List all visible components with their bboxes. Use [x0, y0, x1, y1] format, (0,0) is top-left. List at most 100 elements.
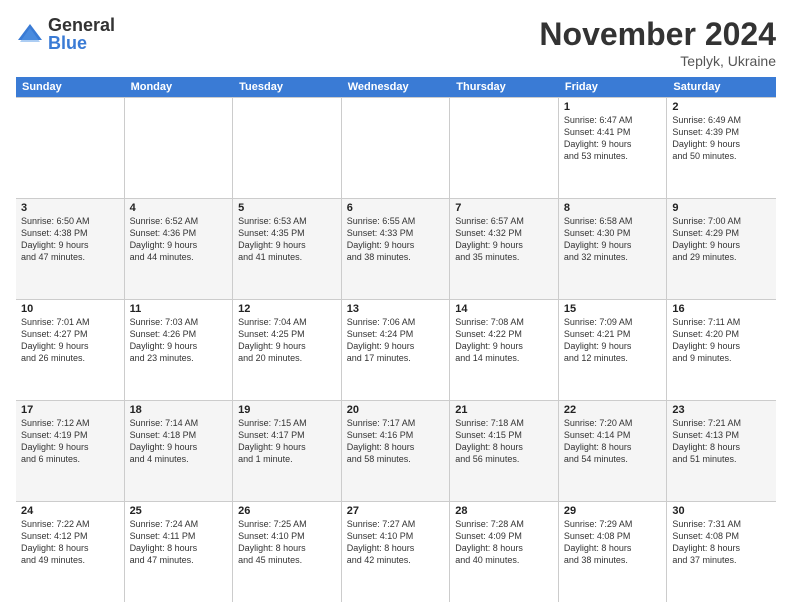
day-number: 16 — [672, 303, 771, 315]
day-number: 6 — [347, 202, 445, 214]
day-number: 17 — [21, 404, 119, 416]
day-cell-8: 8Sunrise: 6:58 AM Sunset: 4:30 PM Daylig… — [559, 199, 668, 299]
day-number: 23 — [672, 404, 771, 416]
calendar-body: 1Sunrise: 6:47 AM Sunset: 4:41 PM Daylig… — [16, 97, 776, 602]
week-row-3: 17Sunrise: 7:12 AM Sunset: 4:19 PM Dayli… — [16, 400, 776, 501]
day-cell-1: 1Sunrise: 6:47 AM Sunset: 4:41 PM Daylig… — [559, 98, 668, 198]
day-number: 1 — [564, 101, 662, 113]
day-number: 25 — [130, 505, 228, 517]
day-number: 30 — [672, 505, 771, 517]
calendar: Sunday Monday Tuesday Wednesday Thursday… — [16, 77, 776, 602]
day-number: 3 — [21, 202, 119, 214]
week-row-1: 3Sunrise: 6:50 AM Sunset: 4:38 PM Daylig… — [16, 198, 776, 299]
day-info: Sunrise: 6:52 AM Sunset: 4:36 PM Dayligh… — [130, 215, 228, 264]
day-number: 21 — [455, 404, 553, 416]
day-info: Sunrise: 7:21 AM Sunset: 4:13 PM Dayligh… — [672, 417, 771, 466]
day-cell-13: 13Sunrise: 7:06 AM Sunset: 4:24 PM Dayli… — [342, 300, 451, 400]
header-friday: Friday — [559, 77, 668, 97]
header-saturday: Saturday — [667, 77, 776, 97]
day-info: Sunrise: 6:55 AM Sunset: 4:33 PM Dayligh… — [347, 215, 445, 264]
month-title: November 2024 — [539, 16, 776, 53]
day-info: Sunrise: 7:18 AM Sunset: 4:15 PM Dayligh… — [455, 417, 553, 466]
day-cell-30: 30Sunrise: 7:31 AM Sunset: 4:08 PM Dayli… — [667, 502, 776, 602]
day-cell-17: 17Sunrise: 7:12 AM Sunset: 4:19 PM Dayli… — [16, 401, 125, 501]
week-row-0: 1Sunrise: 6:47 AM Sunset: 4:41 PM Daylig… — [16, 97, 776, 198]
day-info: Sunrise: 7:25 AM Sunset: 4:10 PM Dayligh… — [238, 518, 336, 567]
day-number: 7 — [455, 202, 553, 214]
logo: General Blue — [16, 16, 115, 52]
day-number: 26 — [238, 505, 336, 517]
day-cell-empty — [342, 98, 451, 198]
header-monday: Monday — [125, 77, 234, 97]
day-number: 11 — [130, 303, 228, 315]
day-info: Sunrise: 7:08 AM Sunset: 4:22 PM Dayligh… — [455, 316, 553, 365]
day-cell-27: 27Sunrise: 7:27 AM Sunset: 4:10 PM Dayli… — [342, 502, 451, 602]
day-info: Sunrise: 7:09 AM Sunset: 4:21 PM Dayligh… — [564, 316, 662, 365]
week-row-2: 10Sunrise: 7:01 AM Sunset: 4:27 PM Dayli… — [16, 299, 776, 400]
day-cell-9: 9Sunrise: 7:00 AM Sunset: 4:29 PM Daylig… — [667, 199, 776, 299]
day-cell-29: 29Sunrise: 7:29 AM Sunset: 4:08 PM Dayli… — [559, 502, 668, 602]
day-cell-4: 4Sunrise: 6:52 AM Sunset: 4:36 PM Daylig… — [125, 199, 234, 299]
day-cell-2: 2Sunrise: 6:49 AM Sunset: 4:39 PM Daylig… — [667, 98, 776, 198]
header-tuesday: Tuesday — [233, 77, 342, 97]
day-info: Sunrise: 7:14 AM Sunset: 4:18 PM Dayligh… — [130, 417, 228, 466]
day-number: 27 — [347, 505, 445, 517]
day-cell-empty — [233, 98, 342, 198]
day-info: Sunrise: 6:53 AM Sunset: 4:35 PM Dayligh… — [238, 215, 336, 264]
day-cell-23: 23Sunrise: 7:21 AM Sunset: 4:13 PM Dayli… — [667, 401, 776, 501]
day-info: Sunrise: 6:50 AM Sunset: 4:38 PM Dayligh… — [21, 215, 119, 264]
day-info: Sunrise: 7:11 AM Sunset: 4:20 PM Dayligh… — [672, 316, 771, 365]
day-cell-25: 25Sunrise: 7:24 AM Sunset: 4:11 PM Dayli… — [125, 502, 234, 602]
day-cell-22: 22Sunrise: 7:20 AM Sunset: 4:14 PM Dayli… — [559, 401, 668, 501]
day-number: 5 — [238, 202, 336, 214]
day-cell-19: 19Sunrise: 7:15 AM Sunset: 4:17 PM Dayli… — [233, 401, 342, 501]
day-number: 15 — [564, 303, 662, 315]
day-number: 22 — [564, 404, 662, 416]
day-number: 19 — [238, 404, 336, 416]
page: General Blue November 2024 Teplyk, Ukrai… — [0, 0, 792, 612]
day-cell-28: 28Sunrise: 7:28 AM Sunset: 4:09 PM Dayli… — [450, 502, 559, 602]
day-info: Sunrise: 7:06 AM Sunset: 4:24 PM Dayligh… — [347, 316, 445, 365]
day-number: 10 — [21, 303, 119, 315]
day-cell-15: 15Sunrise: 7:09 AM Sunset: 4:21 PM Dayli… — [559, 300, 668, 400]
day-info: Sunrise: 7:24 AM Sunset: 4:11 PM Dayligh… — [130, 518, 228, 567]
day-info: Sunrise: 6:58 AM Sunset: 4:30 PM Dayligh… — [564, 215, 662, 264]
day-info: Sunrise: 7:31 AM Sunset: 4:08 PM Dayligh… — [672, 518, 771, 567]
day-cell-18: 18Sunrise: 7:14 AM Sunset: 4:18 PM Dayli… — [125, 401, 234, 501]
logo-general-label: General — [48, 16, 115, 34]
day-cell-5: 5Sunrise: 6:53 AM Sunset: 4:35 PM Daylig… — [233, 199, 342, 299]
day-info: Sunrise: 7:12 AM Sunset: 4:19 PM Dayligh… — [21, 417, 119, 466]
day-number: 24 — [21, 505, 119, 517]
day-info: Sunrise: 7:20 AM Sunset: 4:14 PM Dayligh… — [564, 417, 662, 466]
day-info: Sunrise: 7:00 AM Sunset: 4:29 PM Dayligh… — [672, 215, 771, 264]
day-info: Sunrise: 7:04 AM Sunset: 4:25 PM Dayligh… — [238, 316, 336, 365]
week-row-4: 24Sunrise: 7:22 AM Sunset: 4:12 PM Dayli… — [16, 501, 776, 602]
day-cell-empty — [450, 98, 559, 198]
day-cell-14: 14Sunrise: 7:08 AM Sunset: 4:22 PM Dayli… — [450, 300, 559, 400]
day-number: 20 — [347, 404, 445, 416]
day-cell-16: 16Sunrise: 7:11 AM Sunset: 4:20 PM Dayli… — [667, 300, 776, 400]
day-number: 28 — [455, 505, 553, 517]
day-info: Sunrise: 7:01 AM Sunset: 4:27 PM Dayligh… — [21, 316, 119, 365]
logo-icon — [16, 20, 44, 48]
day-cell-empty — [125, 98, 234, 198]
day-info: Sunrise: 7:17 AM Sunset: 4:16 PM Dayligh… — [347, 417, 445, 466]
day-number: 8 — [564, 202, 662, 214]
day-number: 29 — [564, 505, 662, 517]
day-cell-empty — [16, 98, 125, 198]
day-cell-11: 11Sunrise: 7:03 AM Sunset: 4:26 PM Dayli… — [125, 300, 234, 400]
day-number: 2 — [672, 101, 771, 113]
day-info: Sunrise: 7:15 AM Sunset: 4:17 PM Dayligh… — [238, 417, 336, 466]
header-wednesday: Wednesday — [342, 77, 451, 97]
day-info: Sunrise: 6:47 AM Sunset: 4:41 PM Dayligh… — [564, 114, 662, 163]
logo-text: General Blue — [48, 16, 115, 52]
day-info: Sunrise: 7:29 AM Sunset: 4:08 PM Dayligh… — [564, 518, 662, 567]
day-cell-26: 26Sunrise: 7:25 AM Sunset: 4:10 PM Dayli… — [233, 502, 342, 602]
day-cell-10: 10Sunrise: 7:01 AM Sunset: 4:27 PM Dayli… — [16, 300, 125, 400]
day-number: 4 — [130, 202, 228, 214]
calendar-header: Sunday Monday Tuesday Wednesday Thursday… — [16, 77, 776, 97]
day-number: 9 — [672, 202, 771, 214]
day-info: Sunrise: 7:03 AM Sunset: 4:26 PM Dayligh… — [130, 316, 228, 365]
day-cell-21: 21Sunrise: 7:18 AM Sunset: 4:15 PM Dayli… — [450, 401, 559, 501]
logo-blue-label: Blue — [48, 34, 115, 52]
